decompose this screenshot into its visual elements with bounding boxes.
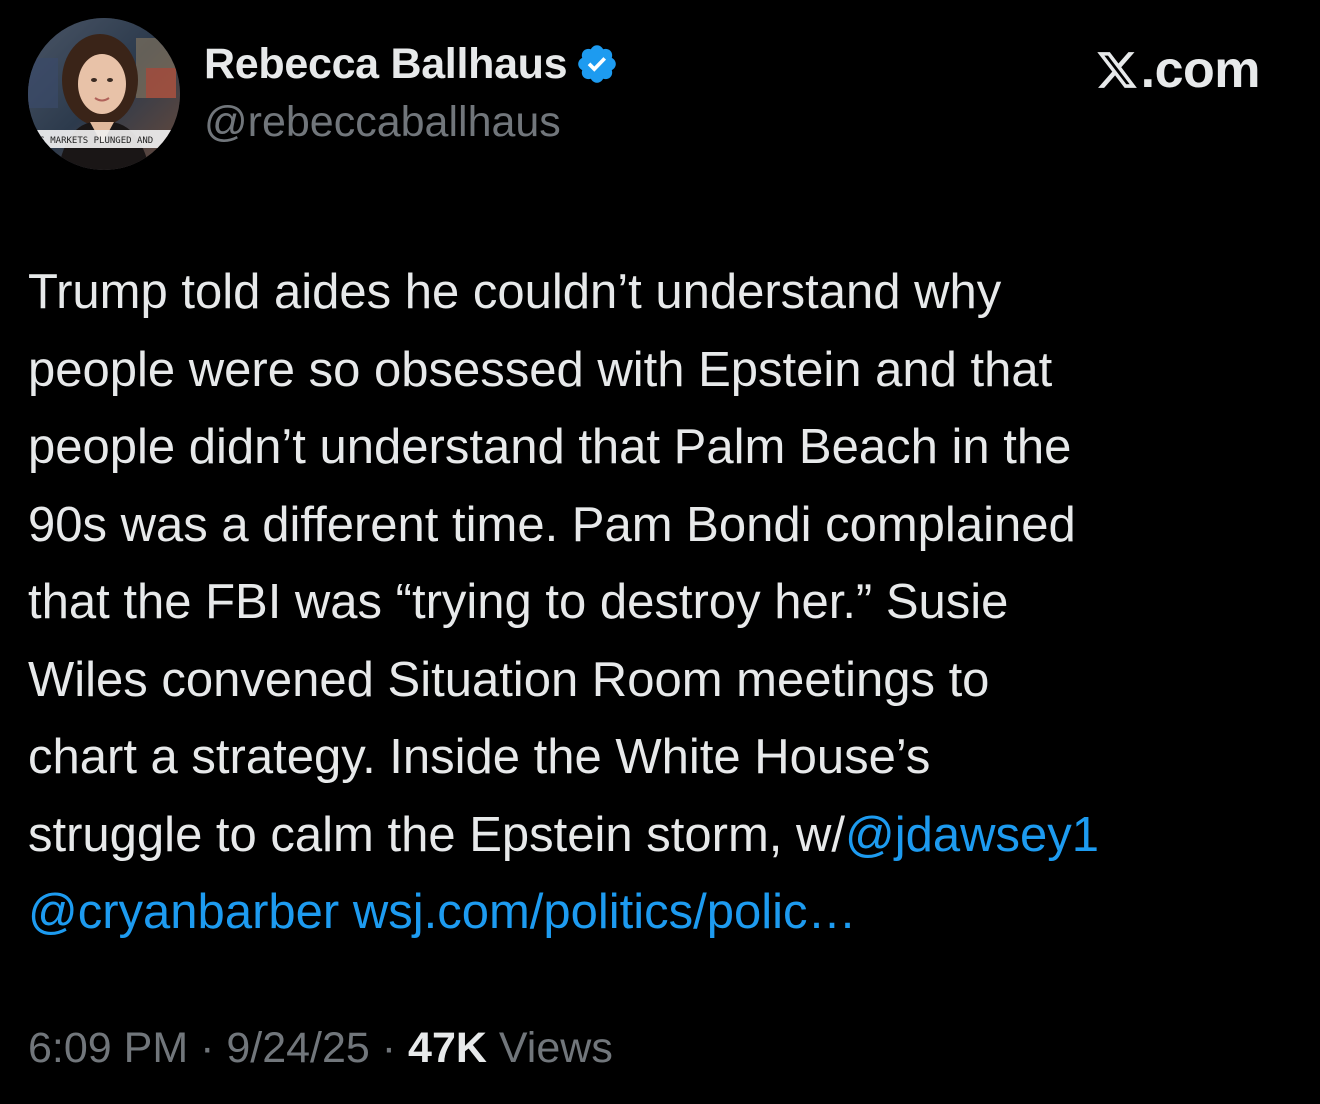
author-name-row: Rebecca Ballhaus bbox=[204, 38, 619, 90]
tweet-line: people were so obsessed with Epstein and… bbox=[28, 342, 1053, 397]
tweet-line: Trump told aides he couldn’t understand … bbox=[28, 265, 1002, 319]
tweet-line: struggle to calm the Epstein storm, w/ bbox=[28, 807, 845, 862]
verified-badge-icon bbox=[575, 42, 619, 86]
x-logo-icon bbox=[1096, 52, 1137, 88]
brand-logo: .com bbox=[1095, 40, 1261, 100]
avatar-photo-icon: AS MARKETS PLUNGED AND bbox=[28, 18, 180, 170]
tweet-line: people didn’t understand that Palm Beach… bbox=[28, 420, 1072, 474]
tweet-date[interactable]: 9/24/25 bbox=[226, 1024, 369, 1072]
views-count: 47K bbox=[408, 1024, 487, 1072]
brand-label: .com bbox=[1140, 41, 1261, 99]
article-link[interactable]: wsj.com/politics/polic… bbox=[353, 885, 857, 939]
tweet-line-links: @cryanbarber wsj.com/politics/polic… bbox=[28, 874, 1298, 952]
tweet-text: Trump told aides he couldn’t understand … bbox=[28, 254, 1298, 952]
mention-link-jdawsey1[interactable]: @jdawsey1 bbox=[845, 808, 1099, 862]
meta-separator: · bbox=[369, 1024, 409, 1072]
tweet-line: 90s was a different time. Pam Bondi comp… bbox=[28, 497, 1076, 552]
avatar[interactable]: AS MARKETS PLUNGED AND bbox=[28, 18, 180, 170]
meta-separator: · bbox=[188, 1024, 227, 1072]
tweet-time[interactable]: 6:09 PM bbox=[28, 1024, 188, 1072]
tweet-line-with-mention: struggle to calm the Epstein storm, w/@j… bbox=[28, 797, 1298, 875]
tweet-line: that the FBI was “trying to destroy her.… bbox=[28, 575, 1009, 629]
tweet-meta: 6:09 PM · 9/24/25 · 47K Views bbox=[28, 1024, 613, 1073]
mention-link-cryanbarber[interactable]: @cryanbarber bbox=[28, 885, 339, 939]
tweet-header: AS MARKETS PLUNGED AND Rebecca Ballhaus … bbox=[28, 18, 1292, 170]
tweet-line: Wiles convened Situation Room meetings t… bbox=[28, 652, 990, 707]
author-handle[interactable]: @rebeccaballhaus bbox=[204, 98, 561, 147]
avatar-ticker-text: AS MARKETS PLUNGED AND bbox=[34, 136, 153, 146]
author-display-name[interactable]: Rebecca Ballhaus bbox=[204, 40, 568, 89]
tweet-line: chart a strategy. Inside the White House… bbox=[28, 730, 931, 784]
views-label: Views bbox=[498, 1024, 613, 1072]
